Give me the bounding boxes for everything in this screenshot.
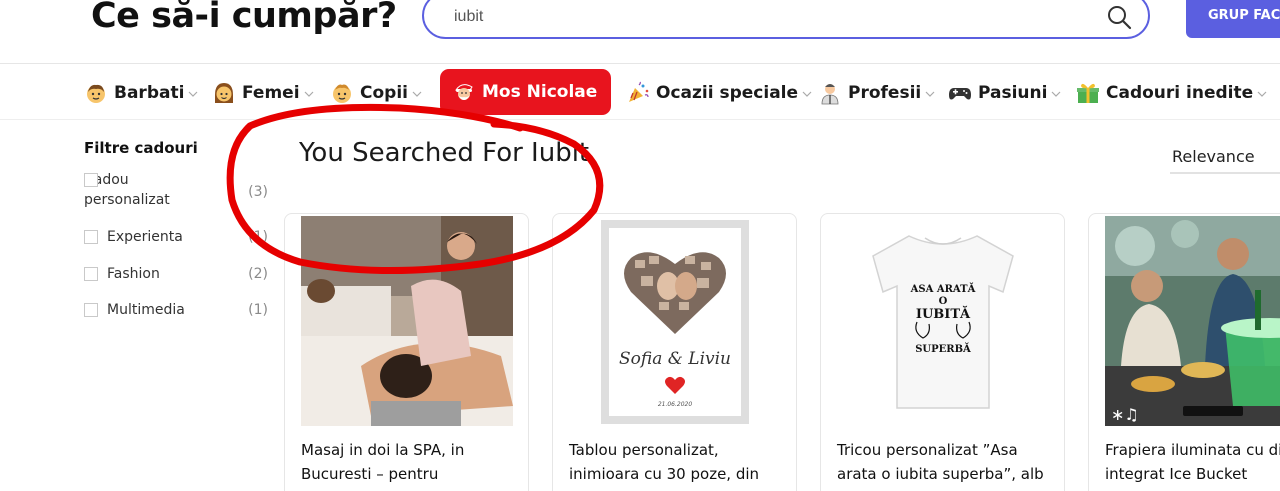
product-image-heart-collage[interactable]: Sofia & Liviu 21.06.2020 (569, 216, 781, 426)
page: Ce să-i cumpăr? GRUP FACE Barbati (0, 0, 1280, 491)
bluetooth-music-icon: ∗♫ (1111, 405, 1139, 424)
filter-count: (3) (248, 184, 268, 200)
chevron-down-icon (802, 91, 812, 97)
product-card[interactable]: Sofia & Liviu 21.06.2020 Tablou personal… (552, 213, 797, 491)
nav-item-mos-nicolae[interactable]: Mos Nicolae (440, 69, 612, 115)
product-image-ice-bucket[interactable]: ∗♫ (1105, 216, 1280, 426)
site-logo[interactable]: Ce să-i cumpăr? (91, 0, 397, 36)
product-card[interactable]: ASA ARATĂ O IUBITĂ SUPERBĂ Tricou person… (820, 213, 1065, 491)
nav-item-profesii[interactable]: Profesii (818, 78, 935, 108)
filter-label: Cadou personalizat (84, 172, 170, 208)
filter-count: (1) (248, 229, 268, 245)
product-title[interactable]: Masaj in doi la SPA, in Bucuresti – pent… (301, 438, 525, 486)
category-nav: Barbati Femei Copii Mos Nicolae Ocazii s… (0, 65, 1280, 120)
nav-item-pasiuni[interactable]: Pasiuni (948, 78, 1061, 108)
results-title: You Searched For Iubit (299, 138, 590, 168)
collage-date: 21.06.2020 (658, 401, 693, 408)
sort-select[interactable]: Relevance (1170, 140, 1280, 174)
filter-label: Fashion (107, 266, 160, 282)
shirt-text-line: IUBITĂ (916, 305, 971, 322)
chevron-down-icon (412, 91, 422, 97)
nav-item-femei[interactable]: Femei (212, 78, 314, 108)
nav-label: Cadouri inedite (1106, 83, 1254, 103)
nav-item-cadouri-inedite[interactable]: Cadouri inedite (1076, 78, 1267, 108)
filter-count: (2) (248, 266, 268, 282)
boy-face-icon (87, 84, 105, 103)
nav-item-ocazii-speciale[interactable]: Ocazii speciale (626, 78, 812, 108)
child-face-icon (333, 84, 351, 103)
chevron-down-icon (188, 91, 198, 97)
shirt-text-line: O (939, 296, 948, 307)
nav-label: Mos Nicolae (482, 82, 598, 102)
nav-item-barbati[interactable]: Barbati (84, 78, 198, 108)
filter-multimedia[interactable]: Multimedia (1) (84, 300, 270, 320)
chevron-down-icon (304, 91, 313, 97)
nav-label: Ocazii speciale (656, 83, 799, 103)
nav-label: Pasiuni (978, 83, 1048, 103)
filter-checkbox[interactable] (84, 267, 98, 281)
worker-icon (821, 84, 839, 105)
product-image-spa-massage[interactable] (301, 216, 513, 426)
filter-cadou-personalizat[interactable]: Cadou personalizat (3) (84, 170, 270, 210)
filter-checkbox[interactable] (84, 230, 98, 244)
collage-names: Sofia & Liviu (619, 349, 731, 369)
nav-label: Barbati (114, 83, 185, 103)
nav-label: Copii (360, 83, 408, 103)
filter-label: Multimedia (107, 302, 185, 318)
search-input[interactable] (454, 8, 1094, 26)
product-title[interactable]: Tablou personalizat, inimioara cu 30 poz… (569, 438, 793, 486)
search-icon[interactable] (1106, 4, 1132, 30)
chevron-down-icon (1257, 91, 1267, 97)
woman-face-icon (215, 83, 233, 103)
filter-checkbox[interactable] (84, 173, 98, 187)
product-title[interactable]: Tricou personalizat ”Asa arata o iubita … (837, 438, 1061, 486)
party-popper-icon (629, 81, 649, 102)
shirt-text-line: ASA ARATĂ (910, 283, 976, 295)
shirt-text-line: SUPERBĂ (915, 343, 971, 355)
header: Ce să-i cumpăr? GRUP FACE (0, 0, 1280, 64)
product-title[interactable]: Frapiera iluminata cu difuzor integrat I… (1105, 438, 1280, 486)
filter-checkbox[interactable] (84, 303, 98, 317)
nav-label: Profesii (848, 83, 922, 103)
chevron-down-icon (1052, 91, 1061, 97)
filter-label: Experienta (107, 229, 183, 245)
santa-face-icon (455, 84, 473, 100)
filter-count: (1) (248, 302, 268, 318)
product-card[interactable]: ∗♫ Frapiera iluminata cu difuzor integra… (1088, 213, 1280, 491)
filters-title: Filtre cadouri (84, 139, 198, 157)
product-image-tshirt[interactable]: ASA ARATĂ O IUBITĂ SUPERBĂ (837, 216, 1049, 426)
search-box[interactable] (422, 0, 1150, 39)
nav-label: Femei (242, 83, 300, 103)
group-facebook-button[interactable]: GRUP FACE (1186, 0, 1280, 38)
product-card[interactable]: Masaj in doi la SPA, in Bucuresti – pent… (284, 213, 529, 491)
nav-item-copii[interactable]: Copii (330, 78, 422, 108)
filter-experienta[interactable]: Experienta (1) (84, 227, 270, 247)
chevron-down-icon (925, 91, 935, 97)
filter-fashion[interactable]: Fashion (2) (84, 264, 270, 284)
gift-icon (1077, 83, 1099, 103)
gamepad-icon (949, 88, 971, 100)
